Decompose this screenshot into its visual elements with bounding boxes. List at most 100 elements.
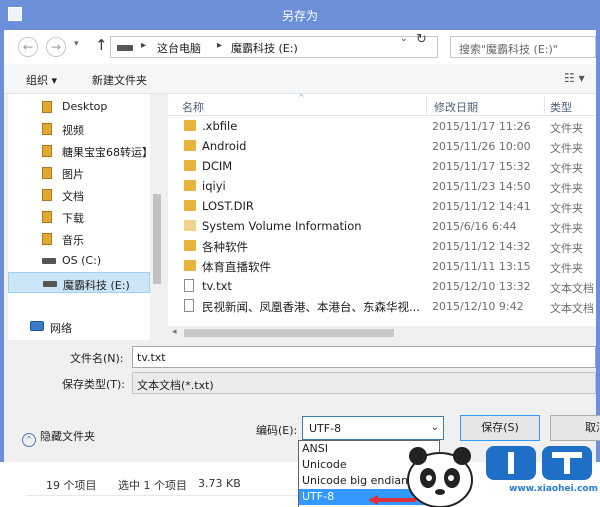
file-type: 文件夹 — [550, 162, 583, 175]
column-headers: ^ 名称 修改日期 类型 — [168, 93, 596, 116]
breadcrumb-this-pc[interactable]: 这台电脑 — [157, 40, 201, 56]
collapse-icon: ^ — [22, 433, 36, 447]
nav-item-videos[interactable]: 视频 — [8, 118, 150, 139]
new-folder-button[interactable]: 新建文件夹 — [92, 72, 147, 88]
hide-folders-label: 隐藏文件夹 — [40, 430, 95, 443]
folder-icon — [184, 200, 196, 211]
nav-item-downloads[interactable]: 下载 — [8, 206, 150, 227]
file-name: iqiyi — [202, 179, 226, 193]
folder-icon — [42, 167, 52, 179]
nav-item-label: 网络 — [50, 322, 72, 335]
title-bar: 另存为 — [0, 0, 600, 30]
address-dropdown-button[interactable]: ⌄ — [400, 34, 408, 44]
drive-icon — [43, 281, 57, 287]
file-date: 2015/11/11 13:15 — [432, 260, 531, 273]
up-arrow-icon: ↑ — [95, 36, 108, 54]
column-header-type[interactable]: 类型 — [550, 99, 572, 115]
file-date: 2015/6/16 6:44 — [432, 220, 517, 233]
navigation-pane: Desktop 视频 糖果宝宝68转运】 图片 文档 下载 音乐 OS (C:)… — [8, 94, 164, 340]
navigation-bar: ← → ▾ ↑ ▸ 这台电脑 ▸ 魔霸科技 (E:) ⌄ ↻ 搜索"魔霸科技 (… — [4, 30, 596, 64]
text-file-icon — [184, 279, 194, 292]
encoding-select[interactable]: UTF-8 ⌄ — [302, 416, 444, 440]
file-date: 2015/12/10 13:32 — [432, 280, 531, 293]
network-icon — [30, 321, 44, 331]
save-type-label: 保存类型(T): — [62, 378, 126, 391]
file-row[interactable]: 民视新闻、凤凰香港、本港台、东森华视... 2015/12/10 9:42 文本文档 — [168, 296, 596, 316]
folder-icon — [42, 233, 52, 245]
breadcrumb-separator: ▸ — [141, 40, 147, 51]
search-input[interactable]: 搜索"魔霸科技 (E:)" — [450, 36, 596, 58]
folder-icon — [42, 123, 52, 135]
column-divider[interactable] — [426, 96, 427, 114]
scrollbar-thumb[interactable] — [184, 329, 394, 337]
nav-item-drive-c[interactable]: OS (C:) — [8, 250, 150, 271]
file-date: 2015/11/17 11:26 — [432, 120, 531, 133]
refresh-button[interactable]: ↻ — [416, 32, 427, 47]
file-row[interactable]: Android 2015/11/26 10:00 文件夹 — [168, 136, 596, 156]
back-button[interactable]: ← — [18, 37, 38, 57]
nav-item-desktop[interactable]: Desktop — [8, 96, 150, 117]
filename-input[interactable]: tv.txt — [132, 346, 596, 368]
file-date: 2015/11/26 10:00 — [432, 140, 531, 153]
forward-button[interactable]: → — [46, 37, 66, 57]
scroll-left-icon[interactable]: ◂ — [172, 327, 177, 337]
file-row[interactable]: System Volume Information 2015/6/16 6:44 文… — [168, 216, 596, 236]
nav-item-label: OS (C:) — [62, 254, 102, 267]
filename-value: tv.txt — [137, 351, 166, 364]
nav-item-documents[interactable]: 文档 — [8, 184, 150, 205]
nav-item-pictures[interactable]: 图片 — [8, 162, 150, 183]
file-list: ^ 名称 修改日期 类型 .xbfile 2015/11/17 11:26 文件夹 … — [168, 93, 596, 340]
address-bar[interactable]: ▸ 这台电脑 ▸ 魔霸科技 (E:) — [110, 36, 438, 58]
horizontal-scrollbar[interactable]: ◂ — [168, 326, 596, 340]
drive-icon — [42, 258, 56, 264]
file-type: 文件夹 — [550, 142, 583, 155]
file-date: 2015/11/12 14:32 — [432, 240, 531, 253]
column-divider[interactable] — [544, 96, 545, 114]
nav-item-label: Desktop — [62, 100, 108, 113]
drive-icon — [117, 45, 133, 51]
up-button[interactable]: ↑ — [95, 36, 108, 54]
file-row[interactable]: tv.txt 2015/12/10 13:32 文本文档 — [168, 276, 596, 296]
scrollbar-thumb[interactable] — [153, 194, 161, 284]
save-type-select[interactable]: 文本文档(*.txt) — [132, 372, 596, 394]
nav-item-candy-folder[interactable]: 糖果宝宝68转运】 — [8, 140, 153, 161]
nav-item-label: 图片 — [62, 168, 84, 181]
chevron-down-icon: ⌄ — [430, 422, 439, 433]
nav-item-label: 文档 — [62, 190, 84, 203]
sort-ascending-icon: ^ — [298, 93, 305, 102]
refresh-icon: ↻ — [416, 32, 427, 47]
encoding-value: UTF-8 — [309, 422, 342, 435]
encoding-label: 编码(E): — [256, 424, 298, 437]
hide-folders-button[interactable]: ^ 隐藏文件夹 — [22, 428, 95, 447]
file-name: .xbfile — [202, 119, 238, 133]
nav-scrollbar[interactable] — [150, 94, 164, 340]
file-row[interactable]: DCIM 2015/11/17 15:32 文件夹 — [168, 156, 596, 176]
nav-item-drive-e[interactable]: 魔霸科技 (E:) — [8, 272, 150, 293]
nav-item-music[interactable]: 音乐 — [8, 228, 150, 249]
column-header-date[interactable]: 修改日期 — [434, 99, 478, 115]
save-button[interactable]: 保存(S) — [460, 415, 540, 441]
nav-item-label: 下载 — [62, 212, 84, 225]
file-row[interactable]: .xbfile 2015/11/17 11:26 文件夹 — [168, 116, 596, 136]
breadcrumb-drive-e[interactable]: 魔霸科技 (E:) — [231, 40, 298, 56]
file-date: 2015/11/12 14:41 — [432, 200, 531, 213]
save-type-value: 文本文档(*.txt) — [137, 379, 214, 392]
nav-item-label: 音乐 — [62, 234, 84, 247]
file-row[interactable]: 体育直播软件 2015/11/11 13:15 文件夹 — [168, 256, 596, 276]
filename-label: 文件名(N): — [70, 352, 124, 365]
column-header-name[interactable]: 名称 — [182, 99, 204, 115]
file-type: 文件夹 — [550, 182, 583, 195]
view-options-icon[interactable]: ☷ ▾ — [564, 71, 585, 85]
file-row[interactable]: 各种软件 2015/11/12 14:32 文件夹 — [168, 236, 596, 256]
file-row[interactable]: iqiyi 2015/11/23 14:50 文件夹 — [168, 176, 596, 196]
organize-button[interactable]: 组织 ▾ — [26, 72, 57, 88]
text-file-icon — [184, 299, 194, 312]
file-row[interactable]: LOST.DIR 2015/11/12 14:41 文件夹 — [168, 196, 596, 216]
folder-icon — [42, 101, 52, 113]
file-type: 文件夹 — [550, 262, 583, 275]
breadcrumb-separator: ▸ — [217, 40, 223, 51]
recent-locations-button[interactable]: ▾ — [74, 39, 79, 49]
nav-item-network[interactable]: 网络 — [8, 316, 150, 337]
cancel-button[interactable]: 取消 — [550, 415, 600, 441]
folder-icon — [184, 180, 196, 191]
